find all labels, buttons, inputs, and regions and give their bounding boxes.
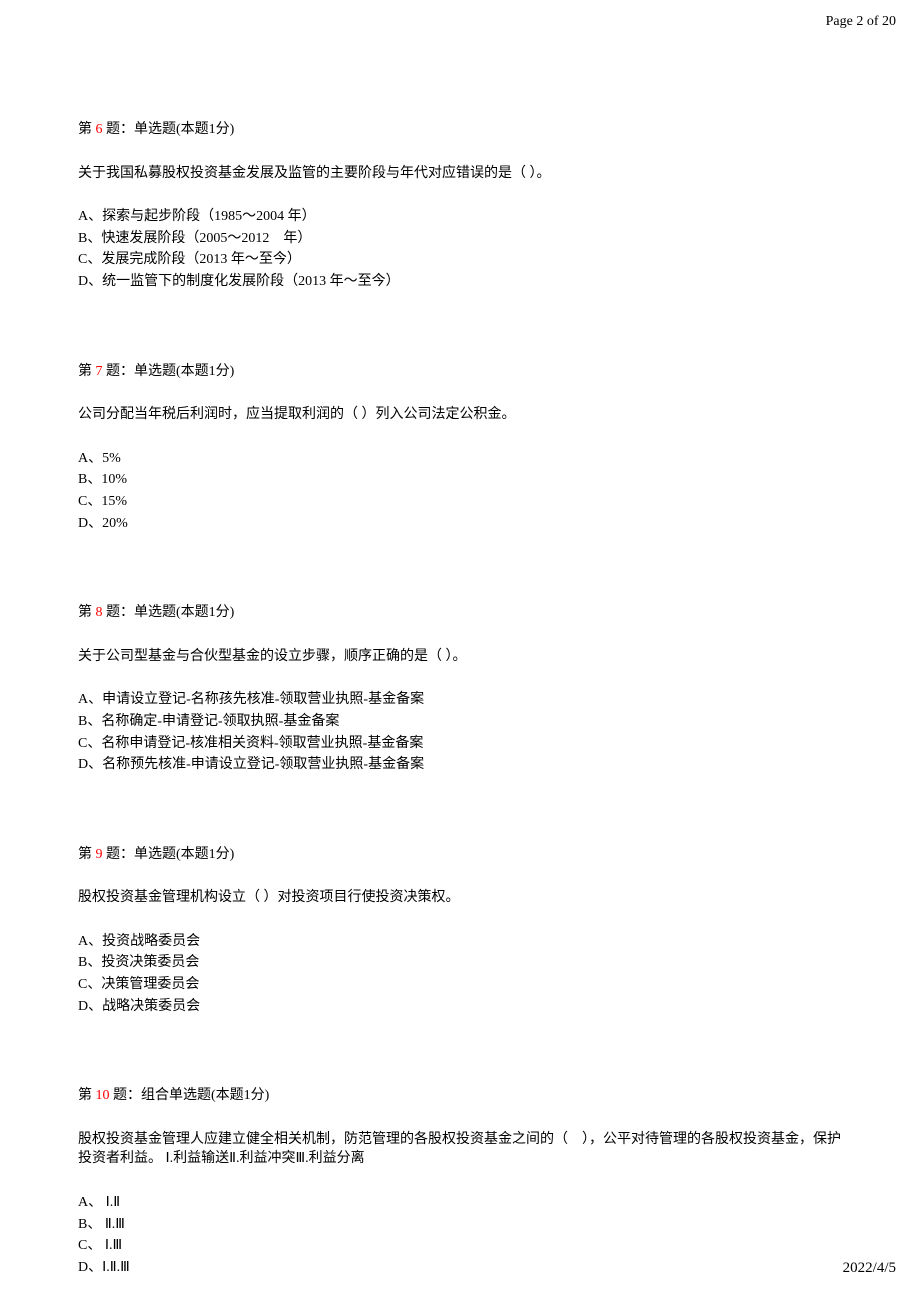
question-title: 第 6 题：单选题(本题1分) (78, 120, 842, 140)
question-prefix: 第 (78, 364, 96, 379)
page-number-info: Page 2 of 20 (826, 14, 896, 29)
page-header: Page 2 of 20 (826, 12, 896, 32)
question-10: 第 10 题：组合单选题(本题1分) 股权投资基金管理人应建立健全相关机制，防范… (78, 1086, 842, 1277)
option-d: D、战略决策委员会 (78, 997, 842, 1017)
question-number: 10 (96, 1088, 110, 1103)
question-suffix: 题：单选题(本题1分) (103, 847, 235, 862)
question-stem: 股权投资基金管理机构设立（ ）对投资项目行使投资决策权。 (78, 888, 842, 908)
option-b: B、10% (78, 470, 842, 490)
option-b: B、 Ⅱ.Ⅲ (78, 1215, 842, 1235)
option-c: C、名称申请登记-核准相关资料-领取营业执照-基金备案 (78, 734, 842, 754)
option-d: D、Ⅰ.Ⅱ.Ⅲ (78, 1258, 842, 1278)
option-b: B、投资决策委员会 (78, 953, 842, 973)
question-options: A、 Ⅰ.Ⅱ B、 Ⅱ.Ⅲ C、 Ⅰ.Ⅲ D、Ⅰ.Ⅱ.Ⅲ (78, 1193, 842, 1277)
option-a: A、投资战略委员会 (78, 932, 842, 952)
option-b: B、快速发展阶段（2005～2012 年） (78, 229, 842, 249)
option-c: C、决策管理委员会 (78, 975, 842, 995)
question-options: A、5% B、10% C、15% D、20% (78, 449, 842, 533)
question-title: 第 10 题：组合单选题(本题1分) (78, 1086, 842, 1106)
question-suffix: 题：单选题(本题1分) (103, 122, 235, 137)
question-number: 8 (96, 605, 103, 620)
question-prefix: 第 (78, 605, 96, 620)
question-suffix: 题：单选题(本题1分) (103, 605, 235, 620)
option-c: C、15% (78, 492, 842, 512)
question-title: 第 9 题：单选题(本题1分) (78, 845, 842, 865)
question-stem: 关于公司型基金与合伙型基金的设立步骤，顺序正确的是（ ）。 (78, 647, 842, 667)
question-8: 第 8 题：单选题(本题1分) 关于公司型基金与合伙型基金的设立步骤，顺序正确的… (78, 603, 842, 775)
question-number: 7 (96, 364, 103, 379)
option-c: C、发展完成阶段（2013 年～至今） (78, 250, 842, 270)
question-number: 6 (96, 122, 103, 137)
page-content: 第 6 题：单选题(本题1分) 关于我国私募股权投资基金发展及监管的主要阶段与年… (0, 0, 920, 1277)
option-d: D、名称预先核准-申请设立登记-领取营业执照-基金备案 (78, 755, 842, 775)
page-footer: 2022/4/5 (843, 1258, 896, 1279)
question-options: A、申请设立登记-名称孩先核准-领取营业执照-基金备案 B、名称确定-申请登记-… (78, 690, 842, 774)
option-d: D、20% (78, 514, 842, 534)
option-a: A、 Ⅰ.Ⅱ (78, 1193, 842, 1213)
option-d: D、统一监管下的制度化发展阶段（2013 年～至今） (78, 272, 842, 292)
question-options: A、探索与起步阶段（1985～2004 年） B、快速发展阶段（2005～201… (78, 207, 842, 291)
question-prefix: 第 (78, 847, 96, 862)
question-prefix: 第 (78, 1088, 96, 1103)
question-title: 第 8 题：单选题(本题1分) (78, 603, 842, 623)
option-a: A、申请设立登记-名称孩先核准-领取营业执照-基金备案 (78, 690, 842, 710)
question-suffix: 题：组合单选题(本题1分) (110, 1088, 270, 1103)
question-9: 第 9 题：单选题(本题1分) 股权投资基金管理机构设立（ ）对投资项目行使投资… (78, 845, 842, 1017)
question-7: 第 7 题：单选题(本题1分) 公司分配当年税后利润时，应当提取利润的（ ）列入… (78, 362, 842, 534)
question-prefix: 第 (78, 122, 96, 137)
question-stem: 公司分配当年税后利润时，应当提取利润的（ ）列入公司法定公积金。 (78, 405, 842, 425)
question-options: A、投资战略委员会 B、投资决策委员会 C、决策管理委员会 D、战略决策委员会 (78, 932, 842, 1016)
question-6: 第 6 题：单选题(本题1分) 关于我国私募股权投资基金发展及监管的主要阶段与年… (78, 120, 842, 292)
question-number: 9 (96, 847, 103, 862)
option-a: A、探索与起步阶段（1985～2004 年） (78, 207, 842, 227)
question-suffix: 题：单选题(本题1分) (103, 364, 235, 379)
question-stem: 股权投资基金管理人应建立健全相关机制，防范管理的各股权投资基金之间的（ ），公平… (78, 1130, 842, 1169)
option-c: C、 Ⅰ.Ⅲ (78, 1236, 842, 1256)
question-title: 第 7 题：单选题(本题1分) (78, 362, 842, 382)
option-b: B、名称确定-申请登记-领取执照-基金备案 (78, 712, 842, 732)
page-date: 2022/4/5 (843, 1260, 896, 1276)
option-a: A、5% (78, 449, 842, 469)
question-stem: 关于我国私募股权投资基金发展及监管的主要阶段与年代对应错误的是（ ）。 (78, 164, 842, 184)
